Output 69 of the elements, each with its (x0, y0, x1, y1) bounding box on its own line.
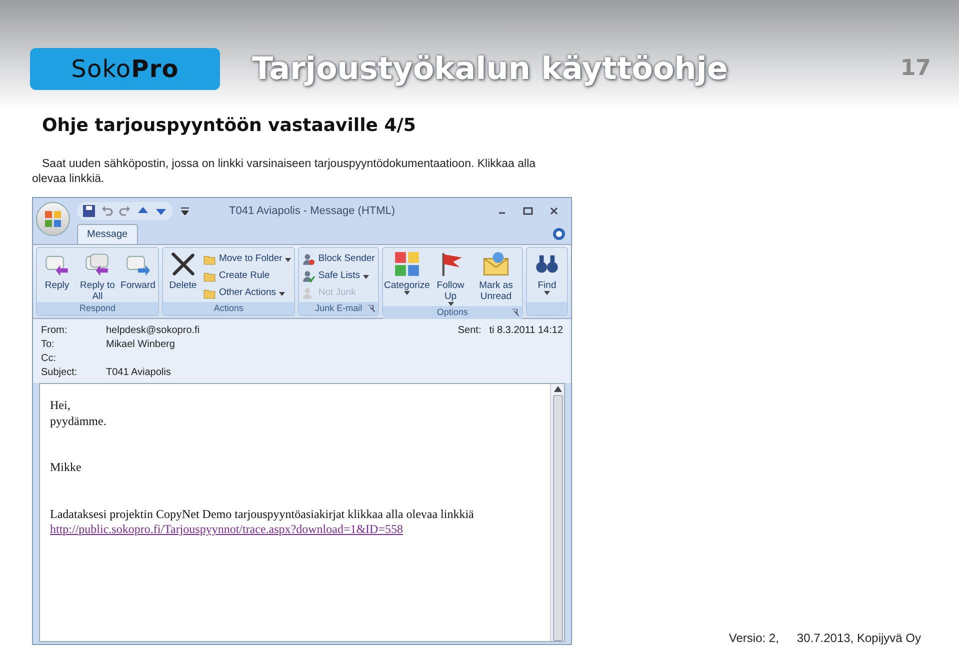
x-mark-icon (170, 251, 196, 277)
help-icon[interactable] (553, 228, 565, 240)
office-button[interactable] (36, 202, 70, 236)
group-label: Options (436, 306, 468, 319)
dialog-launcher-icon[interactable] (368, 305, 375, 312)
caret-icon (363, 274, 370, 278)
field-label: Subject: (41, 366, 78, 380)
ribbon-tab[interactable]: Message (77, 224, 138, 244)
caret-icon (278, 292, 285, 296)
dialog-launcher-icon[interactable] (512, 309, 519, 316)
body-text: pyydämme. (50, 414, 108, 429)
folder-icon (202, 270, 216, 283)
ribbon-button[interactable]: Forward (120, 251, 155, 302)
ribbon-button[interactable]: Reply to All (77, 251, 118, 302)
ribbon-button[interactable]: Move to Folder (202, 251, 292, 268)
ribbon-button[interactable]: Block Sender (302, 251, 375, 268)
ribbon-button[interactable]: Mark as Unread (473, 251, 519, 306)
ribbon-button[interactable]: Delete (166, 251, 200, 302)
document-title: Tarjoustyökalun käyttöohje (252, 50, 729, 89)
redo-icon[interactable] (119, 205, 131, 217)
window-title: T041 Aviapolis - Message (HTML) (229, 204, 396, 219)
field-label: From: (41, 324, 68, 338)
undo-icon[interactable] (101, 205, 113, 217)
office-logo-icon (44, 210, 62, 228)
group-footer (527, 302, 567, 315)
version-text: Versio: 2, (728, 630, 779, 647)
body-text: Hei, (50, 398, 72, 414)
ribbon-button[interactable]: Safe Lists (302, 268, 375, 285)
caret-icon (285, 258, 292, 262)
folder-icon (202, 287, 216, 300)
body-text: Mikke (50, 460, 82, 476)
download-link[interactable]: http://public.sokopro.fi/Tarjouspyynnot/trace.aspx?download=1&ID=558 (50, 522, 403, 538)
ribbon-button[interactable]: Other Actions (202, 285, 292, 302)
logo: SokoPro (30, 48, 220, 90)
scroll-thumb[interactable] (552, 395, 562, 641)
field-label: Cc: (41, 352, 57, 366)
body-text: Ladataksesi projektin CopyNet Demo tarjouspyyntöasiakirjat klikkaa alla olevaa linkkiä (50, 506, 475, 522)
scroll-up-icon[interactable] (554, 386, 562, 392)
ribbon-button[interactable]: Follow Up (431, 251, 470, 306)
person-icon (302, 270, 316, 283)
intro-text: Saat uuden sähköpostin, jossa on linkki varsinaiseen tarjouspyyntödokumentaatioon. Klikkaa alla olevaa linkkiä. (32, 157, 537, 187)
scrollbar[interactable] (550, 384, 564, 641)
date-text: 30.7.2013, Kopijyvä Oy (796, 630, 921, 647)
folder-icon (202, 253, 216, 266)
save-icon[interactable] (83, 205, 95, 217)
caret-icon (404, 291, 410, 295)
envelope-icon (483, 251, 509, 277)
ribbon-button[interactable]: Create Rule (202, 268, 292, 285)
group-label: Junk E-mail (315, 302, 362, 315)
ribbon-button[interactable]: Find (530, 251, 564, 302)
page-number: 17 (900, 55, 931, 83)
group-label: Actions (214, 302, 244, 315)
close-icon[interactable] (549, 206, 559, 216)
customize-icon[interactable] (181, 207, 189, 215)
field-value: helpdesk@sokopro.fi (106, 324, 200, 338)
field-value: T041 Aviapolis (106, 366, 171, 380)
color-squares-icon (394, 251, 420, 277)
field-label: To: (41, 338, 56, 352)
group-label: Respond (79, 302, 116, 315)
envelope-arrow-icon (84, 251, 110, 277)
person-icon (302, 253, 316, 266)
section-heading: Ohje tarjouspyyntöön vastaaville 4/5 (42, 114, 417, 138)
field-value: Mikael Winberg (106, 338, 175, 352)
ribbon-button[interactable]: Reply (40, 251, 74, 302)
maximize-icon[interactable] (523, 206, 533, 216)
ribbon-button[interactable]: Categorize (386, 251, 428, 306)
caret-icon (544, 291, 550, 295)
field-label: Sent: (458, 324, 482, 338)
field-value: ti 8.3.2011 14:12 (489, 324, 563, 338)
